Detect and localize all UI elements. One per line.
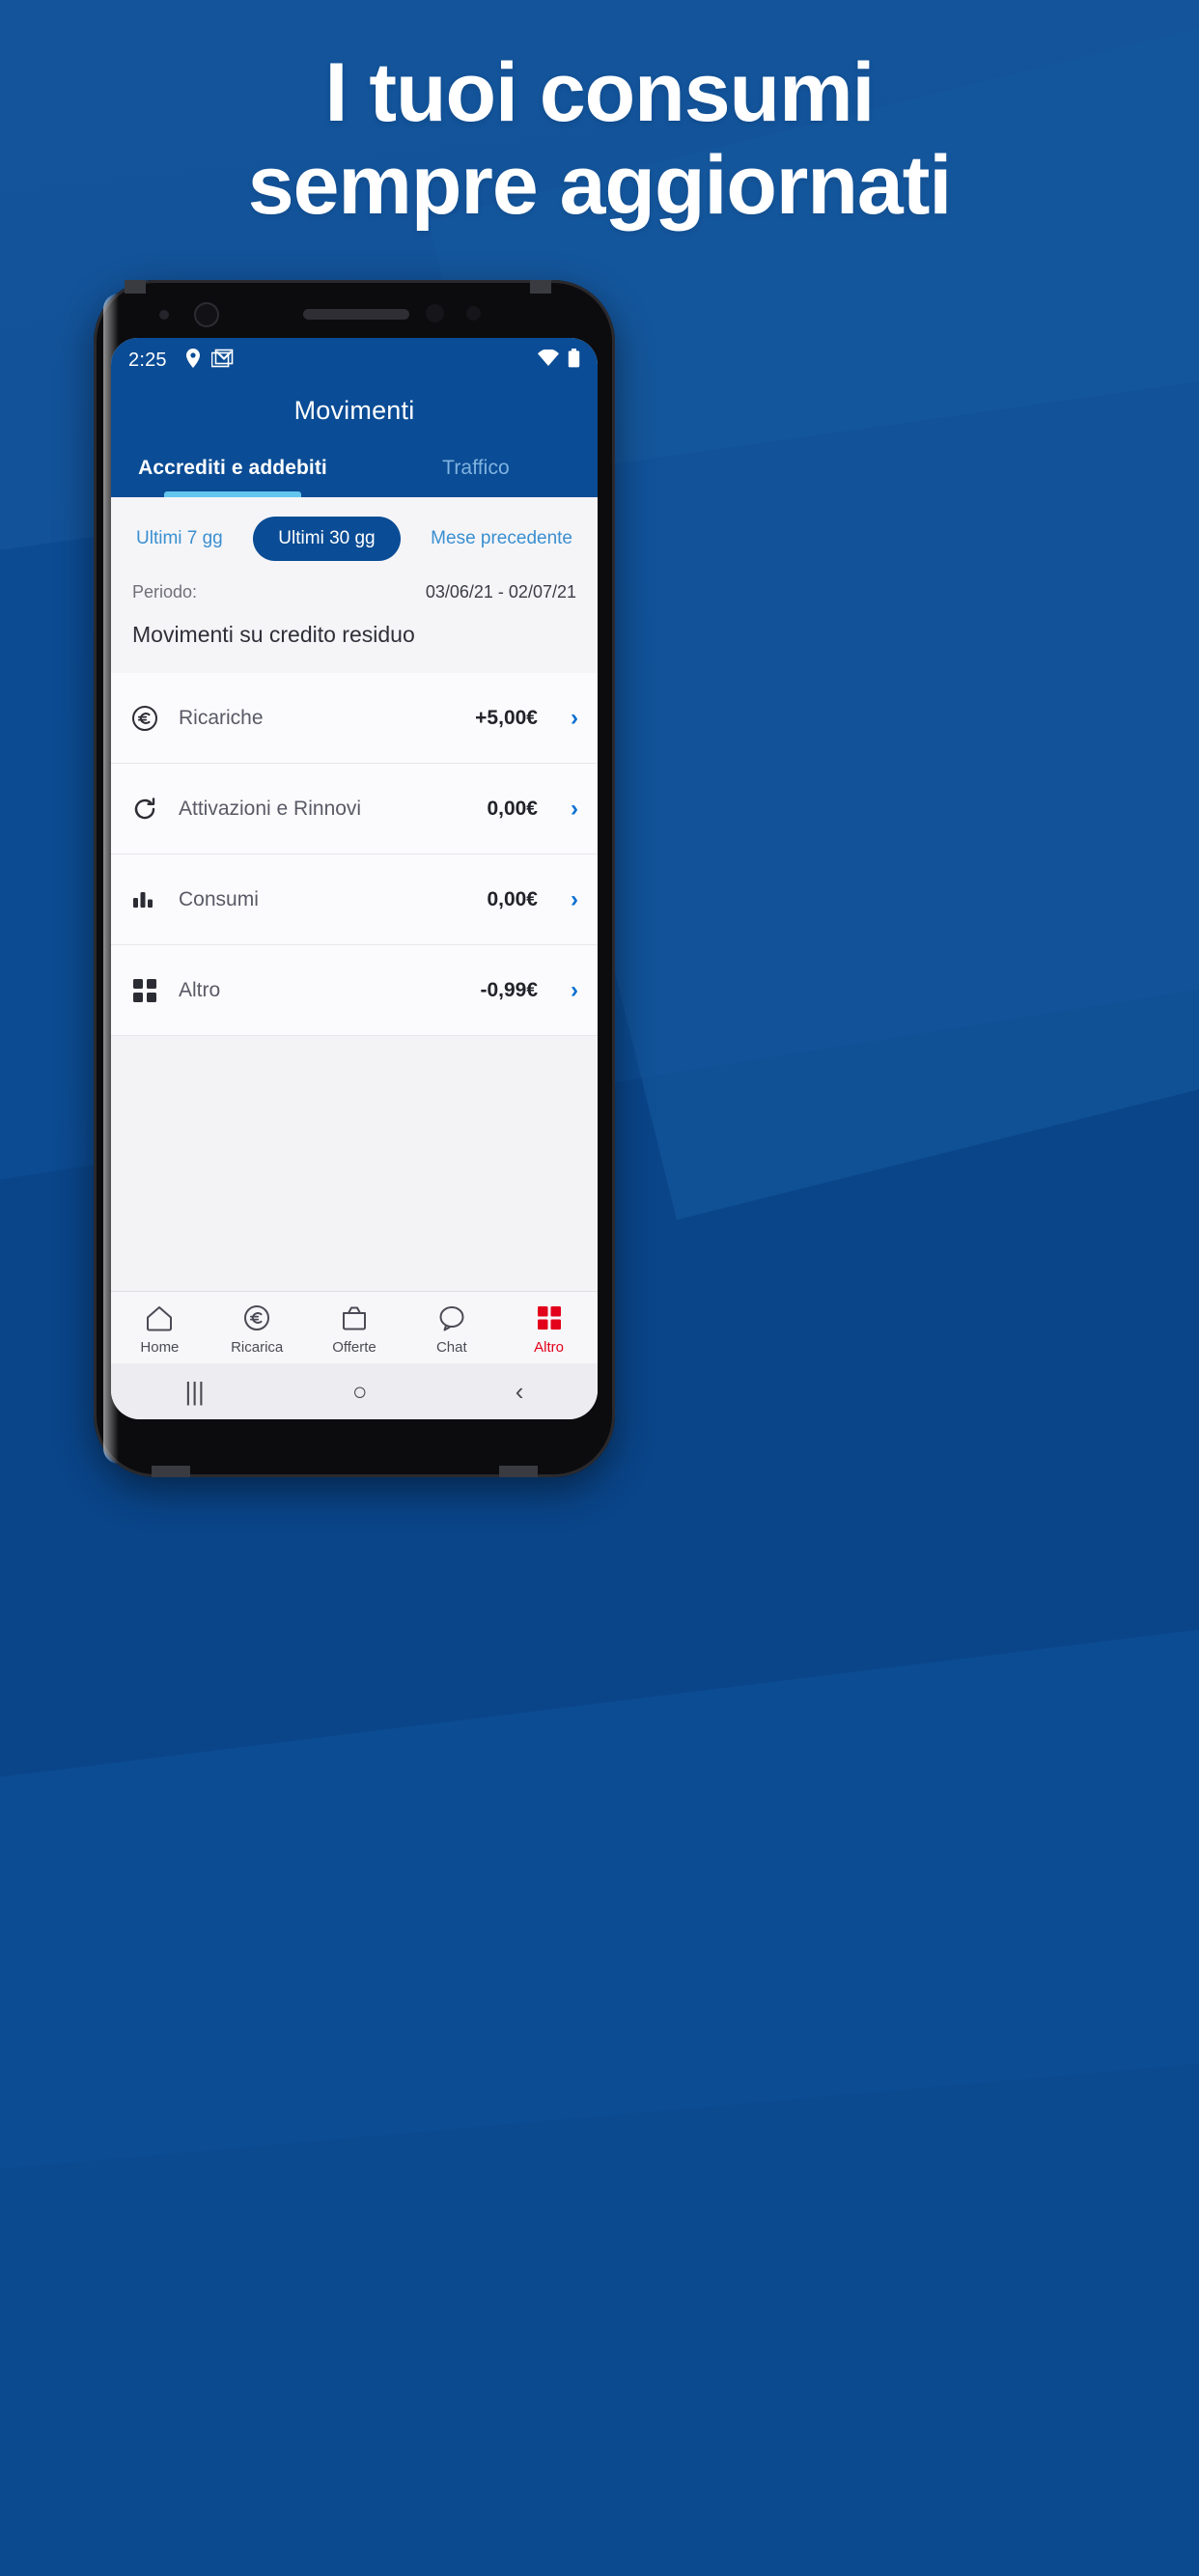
phone-antenna-band — [499, 1466, 538, 1477]
nav-item-offerte[interactable]: Offerte — [306, 1302, 404, 1356]
grid-squares-icon — [537, 1302, 562, 1334]
home-icon — [145, 1302, 174, 1334]
phone-screen: 2:25 Movimenti Accrediti e addebiti Traf… — [111, 338, 598, 1419]
active-tab-indicator — [164, 491, 301, 497]
table-row[interactable]: Ricariche +5,00€ › — [111, 673, 598, 764]
store-icon — [340, 1302, 369, 1334]
chip-mese-precedente[interactable]: Mese precedente — [427, 518, 576, 559]
chevron-right-icon: › — [571, 704, 578, 731]
back-button[interactable]: ‹ — [516, 1379, 524, 1404]
earpiece-speaker — [303, 309, 409, 320]
period-filter-chips: Ultimi 7 gg Ultimi 30 gg Mese precedente — [111, 497, 598, 574]
front-camera-icon — [194, 302, 219, 327]
nav-item-chat[interactable]: Chat — [403, 1302, 500, 1356]
status-bar: 2:25 — [111, 338, 598, 382]
chip-ultimi-7-gg[interactable]: Ultimi 7 gg — [132, 518, 227, 559]
phone-mockup: 2:25 Movimenti Accrediti e addebiti Traf… — [94, 280, 615, 1477]
sensor-icon — [426, 304, 444, 322]
movement-amount: -0,99€ — [480, 978, 538, 1001]
nav-label: Offerte — [332, 1339, 376, 1356]
sensor-icon — [466, 306, 481, 321]
promo-headline-line1: I tuoi consumi — [324, 46, 876, 139]
nav-label: Altro — [534, 1339, 564, 1356]
gmail-icon — [210, 349, 235, 373]
movement-label: Altro — [179, 978, 221, 1001]
movement-label: Consumi — [179, 887, 259, 910]
period-row: Periodo: 03/06/21 - 02/07/21 — [111, 574, 598, 604]
nav-item-home[interactable]: Home — [111, 1302, 209, 1356]
phone-antenna-band — [152, 1466, 190, 1477]
chevron-right-icon: › — [571, 795, 578, 822]
grid-icon — [130, 976, 159, 1005]
phone-sensor-row — [94, 280, 615, 338]
chat-bubble-icon — [437, 1302, 466, 1334]
status-bar-system-icons — [537, 348, 580, 373]
home-button[interactable]: ○ — [352, 1379, 368, 1404]
table-row[interactable]: Altro -0,99€ › — [111, 945, 598, 1036]
movement-label: Ricariche — [179, 706, 264, 729]
table-row[interactable]: Consumi 0,00€ › — [111, 854, 598, 945]
app-bar: Movimenti Accrediti e addebiti Traffico — [111, 382, 598, 497]
movement-amount: +5,00€ — [475, 706, 538, 729]
nav-item-altro[interactable]: Altro — [500, 1302, 598, 1356]
tab-accrediti-e-addebiti[interactable]: Accrediti e addebiti — [111, 447, 354, 497]
page-title: Movimenti — [293, 396, 415, 425]
status-bar-clock: 2:25 — [128, 349, 167, 371]
movement-amount: 0,00€ — [487, 887, 538, 910]
table-row[interactable]: Attivazioni e Rinnovi 0,00€ › — [111, 764, 598, 854]
empty-list-area — [111, 1036, 598, 1291]
battery-icon — [568, 348, 580, 373]
chevron-right-icon: › — [571, 885, 578, 912]
nav-label: Ricarica — [231, 1339, 284, 1356]
euro-circle-icon — [243, 1302, 270, 1334]
movement-label: Attivazioni e Rinnovi — [179, 797, 362, 820]
promo-headline-line2: sempre aggiornati — [247, 139, 953, 233]
location-pin-icon — [184, 348, 202, 374]
bar-chart-icon — [130, 885, 159, 914]
sensor-icon — [159, 310, 169, 320]
refresh-icon — [130, 795, 159, 824]
period-label: Periodo: — [132, 582, 198, 602]
chevron-right-icon: › — [571, 976, 578, 1003]
nav-label: Home — [140, 1339, 180, 1356]
nav-item-ricarica[interactable]: Ricarica — [209, 1302, 306, 1356]
recents-button[interactable]: ||| — [185, 1379, 205, 1404]
promo-headline: I tuoi consumi sempre aggiornati — [0, 46, 1199, 233]
period-value: 03/06/21 - 02/07/21 — [425, 582, 576, 602]
tab-traffico[interactable]: Traffico — [354, 447, 598, 497]
movements-list: Ricariche +5,00€ › Attivazioni e Rinnovi… — [111, 673, 598, 1036]
android-system-nav: ||| ○ ‹ — [111, 1363, 598, 1419]
movement-amount: 0,00€ — [487, 797, 538, 820]
euro-circle-icon — [130, 704, 159, 733]
bottom-navigation: Home Ricarica Offerte Chat Altro — [111, 1291, 598, 1363]
chip-ultimi-30-gg[interactable]: Ultimi 30 gg — [253, 517, 401, 561]
nav-label: Chat — [435, 1339, 467, 1356]
status-bar-notification-icons — [184, 348, 235, 374]
wifi-icon — [537, 348, 560, 372]
tab-bar: Accrediti e addebiti Traffico — [111, 447, 598, 497]
section-title: Movimenti su credito residuo — [111, 604, 598, 673]
